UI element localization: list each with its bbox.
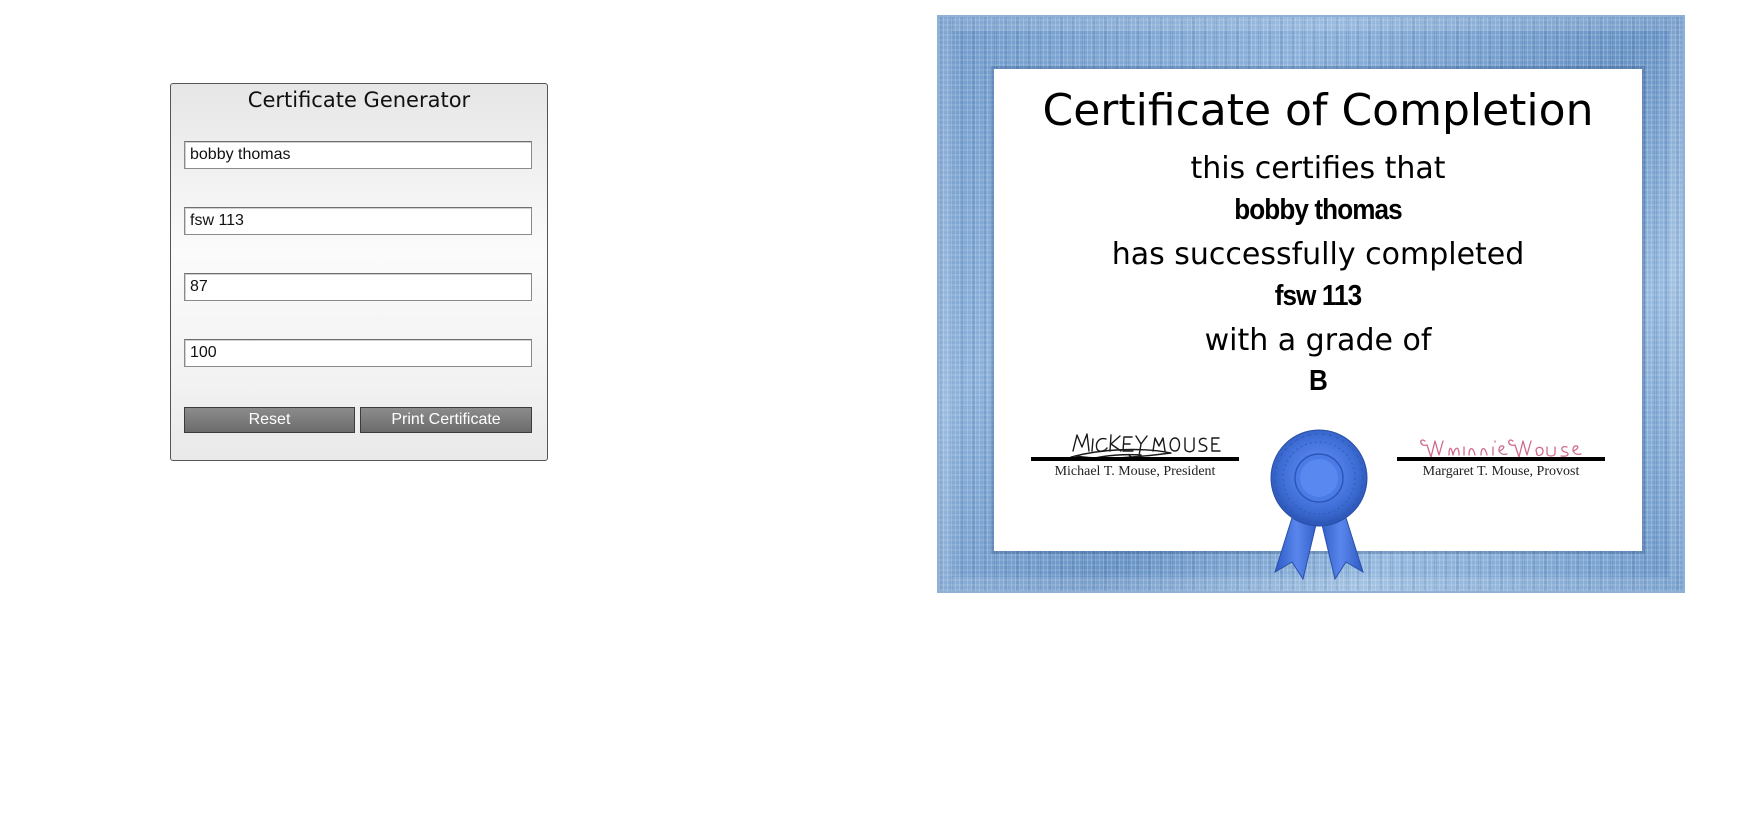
student-name: bobby thomas: [1234, 194, 1402, 226]
certificate-generator-panel: Certificate Generator Reset Print Certif…: [170, 83, 548, 461]
provost-name: Margaret T. Mouse, Provost: [1422, 464, 1580, 479]
grade-value: B: [1309, 365, 1328, 397]
points-possible-input[interactable]: [184, 339, 532, 367]
print-certificate-button[interactable]: Print Certificate: [360, 407, 532, 433]
certificate-frame: Certificate of Completion this certifies…: [937, 15, 1685, 593]
president-name: Michael T. Mouse, President: [1054, 464, 1216, 479]
president-signature: [1070, 433, 1221, 460]
signature-line: [1397, 457, 1605, 461]
reset-button[interactable]: Reset: [184, 407, 355, 433]
certificate-title: Certificate of Completion: [1042, 85, 1594, 136]
certificate-body: Certificate of Completion this certifies…: [994, 69, 1642, 581]
award-ribbon-icon: [1270, 429, 1368, 581]
grade-text: with a grade of: [1204, 323, 1432, 358]
course-input[interactable]: [184, 207, 532, 235]
student-name-input[interactable]: [184, 141, 532, 169]
signature-line: [1031, 457, 1239, 461]
completed-text: has successfully completed: [1111, 237, 1525, 272]
certifies-text: this certifies that: [1190, 151, 1446, 186]
panel-title: Certificate Generator: [247, 88, 471, 112]
points-earned-input[interactable]: [184, 273, 532, 301]
course-name: fsw 113: [1274, 280, 1362, 312]
provost-signature: [1420, 439, 1582, 458]
